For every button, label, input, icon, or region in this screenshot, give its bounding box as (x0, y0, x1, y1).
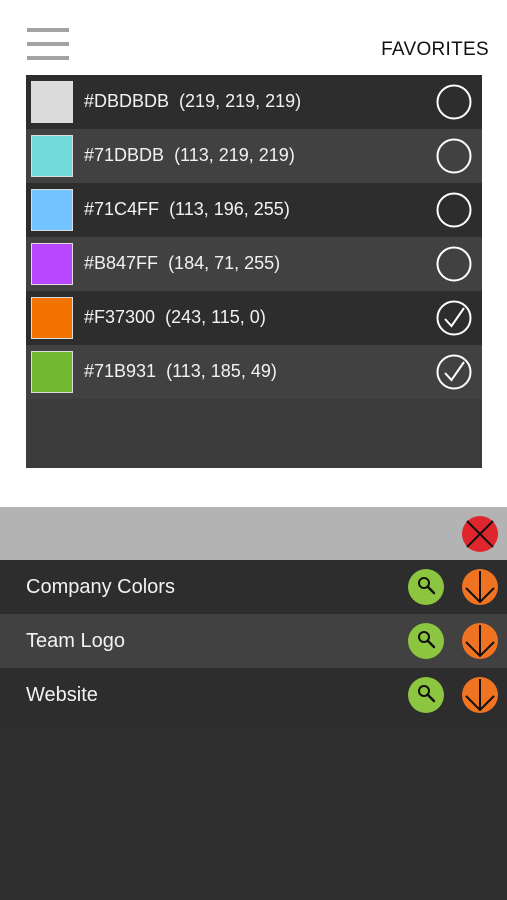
palette-name: Team Logo (26, 630, 125, 652)
search-icon[interactable] (407, 568, 445, 606)
color-hex: #B847FF (84, 253, 159, 273)
color-hex: #71C4FF (84, 199, 160, 219)
color-hex: #F37300 (84, 307, 156, 327)
color-rgb: (219, 219, 219) (179, 91, 302, 111)
color-rgb: (184, 71, 255) (168, 253, 281, 273)
color-row[interactable]: #71DBDB (113, 219, 219) (26, 129, 482, 183)
color-hex: #71B931 (84, 361, 157, 381)
search-icon[interactable] (407, 676, 445, 714)
color-label: #71C4FF (113, 196, 255) (84, 199, 290, 220)
search-icon[interactable] (407, 622, 445, 660)
checked-circle-icon[interactable] (436, 354, 472, 390)
list-item[interactable]: Website (0, 668, 507, 722)
drawer-header (0, 507, 507, 560)
list-item[interactable]: Team Logo (0, 614, 507, 668)
color-swatch (31, 81, 73, 123)
color-row[interactable]: #F37300 (243, 115, 0) (26, 291, 482, 345)
color-label: #B847FF (184, 71, 255) (84, 253, 280, 274)
color-row[interactable]: #DBDBDB (219, 219, 219) (26, 75, 482, 129)
list-item[interactable]: Company Colors (0, 560, 507, 614)
palette-drawer: Company Colors Team Logo Website (0, 507, 507, 900)
color-rgb: (113, 185, 49) (166, 361, 277, 381)
unchecked-circle-icon[interactable] (436, 84, 472, 120)
color-swatch (31, 351, 73, 393)
checked-circle-icon[interactable] (436, 300, 472, 336)
color-row[interactable]: #71C4FF (113, 196, 255) (26, 183, 482, 237)
hamburger-menu-icon[interactable] (27, 28, 69, 60)
color-swatch (31, 297, 73, 339)
unchecked-circle-icon[interactable] (436, 192, 472, 228)
color-row[interactable]: #71B931 (113, 185, 49) (26, 345, 482, 399)
favorite-colors-list: #DBDBDB (219, 219, 219) #71DBDB (113, 21… (26, 75, 482, 468)
color-swatch (31, 135, 73, 177)
color-rgb: (243, 115, 0) (165, 307, 266, 327)
color-row[interactable]: #B847FF (184, 71, 255) (26, 237, 482, 291)
download-icon[interactable] (461, 622, 499, 660)
color-swatch (31, 189, 73, 231)
color-rgb: (113, 219, 219) (174, 145, 295, 165)
color-label: #71DBDB (113, 219, 219) (84, 145, 295, 166)
palette-name: Website (26, 684, 98, 706)
color-label: #DBDBDB (219, 219, 219) (84, 91, 301, 112)
color-hex: #DBDBDB (84, 91, 170, 111)
color-swatch (31, 243, 73, 285)
unchecked-circle-icon[interactable] (436, 138, 472, 174)
color-label: #F37300 (243, 115, 0) (84, 307, 266, 328)
close-icon[interactable] (461, 515, 499, 553)
header: FAVORITES (0, 0, 507, 75)
download-icon[interactable] (461, 568, 499, 606)
color-label: #71B931 (113, 185, 49) (84, 361, 277, 382)
unchecked-circle-icon[interactable] (436, 246, 472, 282)
palette-name: Company Colors (26, 576, 175, 598)
download-icon[interactable] (461, 676, 499, 714)
color-hex: #71DBDB (84, 145, 165, 165)
color-rgb: (113, 196, 255) (169, 199, 290, 219)
favorites-title[interactable]: FAVORITES (381, 39, 489, 61)
